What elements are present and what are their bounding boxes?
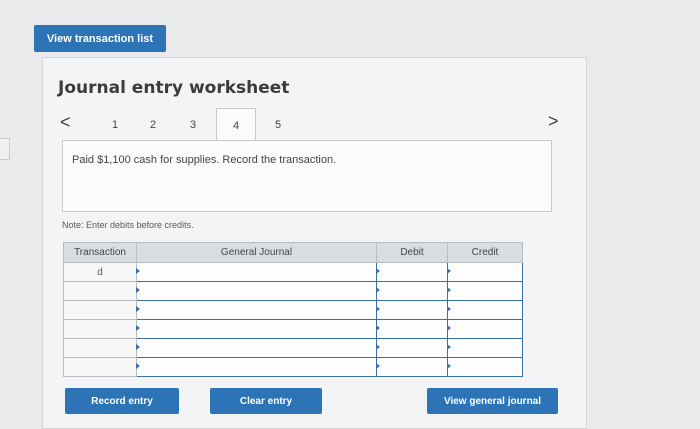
dropdown-caret-icon bbox=[136, 325, 140, 331]
general-journal-input[interactable] bbox=[136, 300, 377, 320]
general-journal-input[interactable] bbox=[136, 338, 377, 358]
dropdown-caret-icon bbox=[376, 306, 380, 312]
table-row bbox=[63, 300, 523, 320]
debit-input[interactable] bbox=[376, 338, 448, 358]
transaction-cell bbox=[63, 319, 137, 339]
credit-input[interactable] bbox=[447, 262, 523, 282]
note-text: Note: Enter debits before credits. bbox=[62, 220, 194, 230]
table-row bbox=[63, 319, 523, 339]
tab-4[interactable]: 4 bbox=[216, 108, 256, 142]
table-row bbox=[63, 338, 523, 358]
dropdown-caret-icon bbox=[447, 306, 451, 312]
dropdown-caret-icon bbox=[447, 325, 451, 331]
clear-entry-button[interactable]: Clear entry bbox=[210, 388, 322, 414]
view-general-journal-button[interactable]: View general journal bbox=[427, 388, 558, 414]
table-row: d bbox=[63, 262, 523, 282]
transaction-cell bbox=[63, 338, 137, 358]
view-transaction-list-button[interactable]: View transaction list bbox=[34, 25, 166, 52]
tab-2[interactable]: 2 bbox=[133, 108, 173, 141]
header-transaction: Transaction bbox=[63, 242, 137, 263]
transaction-description-box bbox=[62, 140, 552, 212]
page-title: Journal entry worksheet bbox=[58, 78, 290, 98]
dropdown-caret-icon bbox=[376, 363, 380, 369]
dropdown-caret-icon bbox=[447, 268, 451, 274]
dropdown-caret-icon bbox=[376, 268, 380, 274]
tab-5[interactable]: 5 bbox=[258, 108, 298, 141]
header-credit: Credit bbox=[447, 242, 523, 263]
table-row bbox=[63, 357, 523, 377]
credit-input[interactable] bbox=[447, 338, 523, 358]
record-entry-button[interactable]: Record entry bbox=[65, 388, 179, 414]
dropdown-caret-icon bbox=[136, 363, 140, 369]
left-edge-tab bbox=[0, 138, 10, 160]
transaction-cell bbox=[63, 300, 137, 320]
transaction-cell bbox=[63, 357, 137, 377]
dropdown-caret-icon bbox=[136, 306, 140, 312]
general-journal-input[interactable] bbox=[136, 262, 377, 282]
header-debit: Debit bbox=[376, 242, 448, 263]
debit-input[interactable] bbox=[376, 281, 448, 301]
dropdown-caret-icon bbox=[376, 344, 380, 350]
debit-input[interactable] bbox=[376, 357, 448, 377]
transaction-description: Paid $1,100 cash for supplies. Record th… bbox=[72, 154, 337, 166]
credit-input[interactable] bbox=[447, 300, 523, 320]
credit-input[interactable] bbox=[447, 357, 523, 377]
debit-input[interactable] bbox=[376, 262, 448, 282]
debit-input[interactable] bbox=[376, 319, 448, 339]
transaction-cell bbox=[63, 281, 137, 301]
dropdown-caret-icon bbox=[376, 325, 380, 331]
tab-1[interactable]: 1 bbox=[95, 108, 135, 141]
dropdown-caret-icon bbox=[376, 287, 380, 293]
debit-input[interactable] bbox=[376, 300, 448, 320]
dropdown-caret-icon bbox=[136, 268, 140, 274]
dropdown-caret-icon bbox=[447, 287, 451, 293]
journal-table: Transaction General Journal Debit Credit… bbox=[63, 242, 523, 377]
header-general-journal: General Journal bbox=[136, 242, 377, 263]
table-row bbox=[63, 281, 523, 301]
dropdown-caret-icon bbox=[136, 344, 140, 350]
credit-input[interactable] bbox=[447, 281, 523, 301]
chevron-right-icon[interactable]: > bbox=[548, 112, 559, 130]
dropdown-caret-icon bbox=[447, 363, 451, 369]
dropdown-caret-icon bbox=[447, 344, 451, 350]
general-journal-input[interactable] bbox=[136, 319, 377, 339]
transaction-cell: d bbox=[63, 262, 137, 282]
tab-3[interactable]: 3 bbox=[173, 108, 213, 141]
general-journal-input[interactable] bbox=[136, 281, 377, 301]
table-header-row: Transaction General Journal Debit Credit bbox=[63, 242, 523, 263]
credit-input[interactable] bbox=[447, 319, 523, 339]
dropdown-caret-icon bbox=[136, 287, 140, 293]
chevron-left-icon[interactable]: < bbox=[60, 113, 71, 131]
general-journal-input[interactable] bbox=[136, 357, 377, 377]
